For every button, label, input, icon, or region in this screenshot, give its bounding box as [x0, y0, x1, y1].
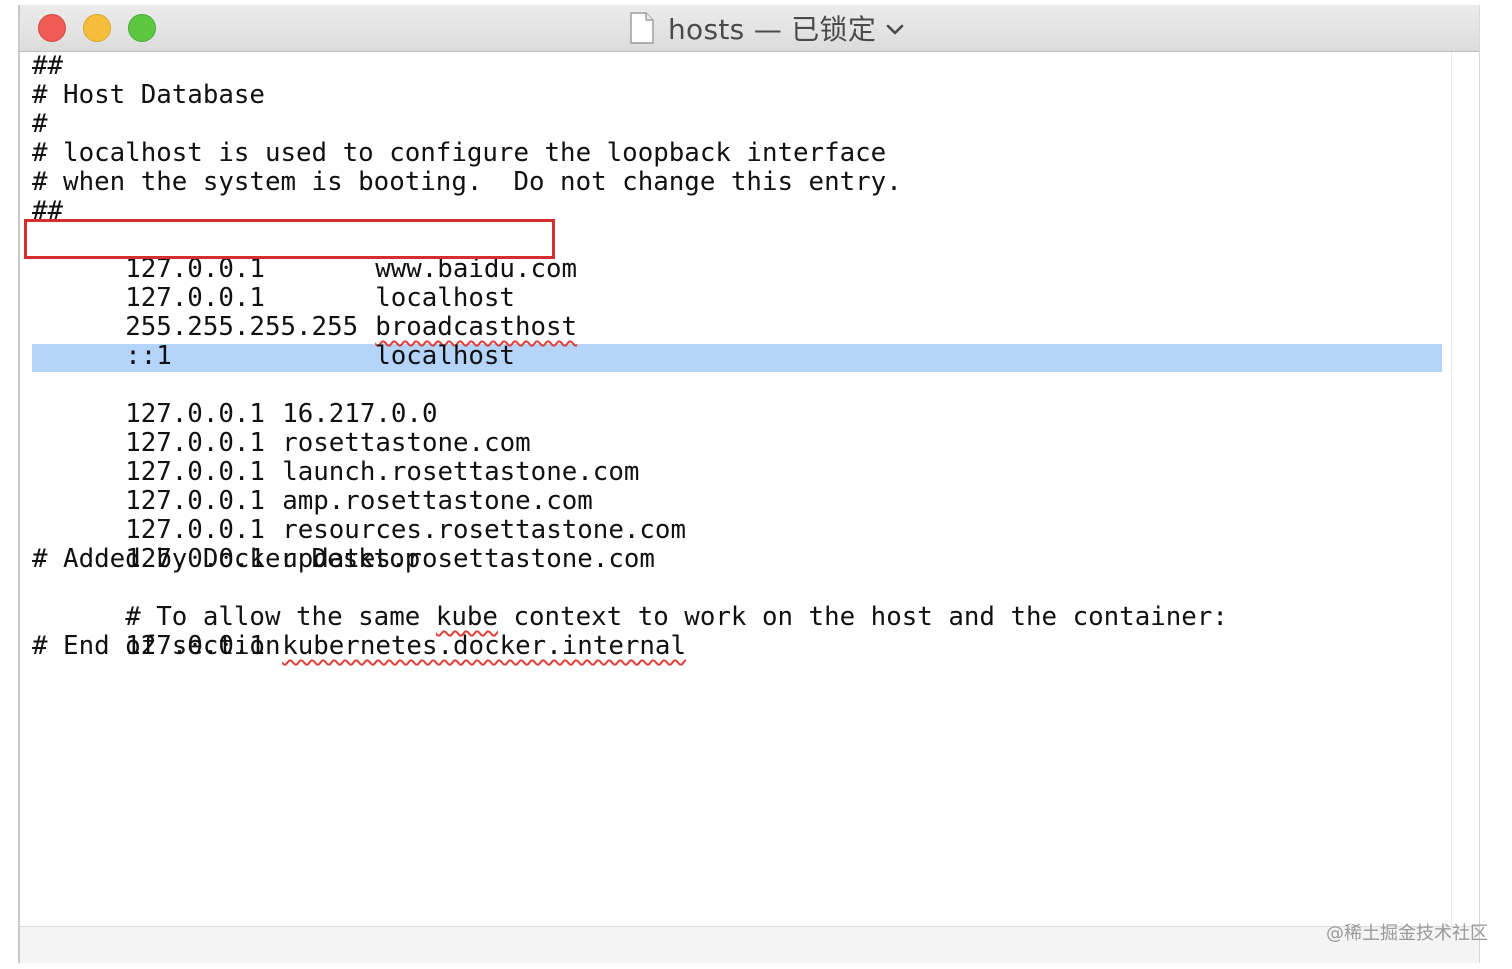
title-bar[interactable]: hosts — 已锁定	[20, 5, 1479, 52]
comment-line: # localhost is used to configure the loo…	[32, 138, 887, 168]
minimize-window-button[interactable]	[83, 14, 111, 42]
host-entry-line: 127.0.0.1 amp.rosettastone.com	[32, 458, 593, 516]
bottom-bar	[20, 926, 1479, 963]
window-title: hosts — 已锁定	[668, 13, 877, 46]
comment-line: # Host Database	[32, 80, 265, 110]
zoom-window-button[interactable]	[128, 14, 156, 42]
host-entry-line: 127.0.0.1 16.217.0.0	[32, 371, 437, 429]
comment-line: # End of section	[32, 631, 281, 661]
comment-line: # Added by Docker Desktop	[32, 544, 421, 574]
comment-line: ##	[32, 51, 64, 81]
host-entry-line: 127.0.0.1 localhost	[32, 255, 515, 313]
document-icon	[630, 12, 654, 44]
window-title-group[interactable]: hosts — 已锁定	[630, 10, 904, 46]
ip-address: ::1	[125, 341, 172, 371]
watermark: @稀土掘金技术社区	[1326, 923, 1488, 944]
chevron-down-icon[interactable]	[886, 23, 904, 37]
vertical-scrollbar[interactable]	[1451, 52, 1479, 925]
host-entry-line: 127.0.0.1 kubernetes.docker.internal	[32, 603, 686, 661]
hostname: localhost	[375, 341, 515, 371]
host-entry-line: ::1 localhost	[32, 313, 515, 371]
text-editor-area[interactable]: ## # Host Database # # localhost is used…	[20, 52, 1452, 925]
text-editor-window: hosts — 已锁定 ## # Host Database # # local…	[18, 5, 1480, 963]
close-window-button[interactable]	[38, 14, 66, 42]
comment-line: # To allow the same kube context to work…	[32, 574, 1228, 632]
comment-line: # when the system is booting. Do not cha…	[32, 167, 902, 197]
host-entry-line: 127.0.0.1 launch.rosettastone.com	[32, 429, 639, 487]
hostname: kubernetes.docker.internal	[282, 631, 686, 661]
host-entry-line: 127.0.0.1 rosettastone.com	[32, 400, 531, 458]
host-entry-line: 127.0.0.1 updates.rosettastone.com	[32, 516, 655, 574]
host-entry-line: 255.255.255.255 broadcasthost	[32, 284, 577, 342]
host-entry-line: 127.0.0.1 resources.rosettastone.com	[32, 487, 686, 545]
comment-line: #	[32, 109, 48, 139]
highlight-annotation-box	[24, 219, 555, 259]
